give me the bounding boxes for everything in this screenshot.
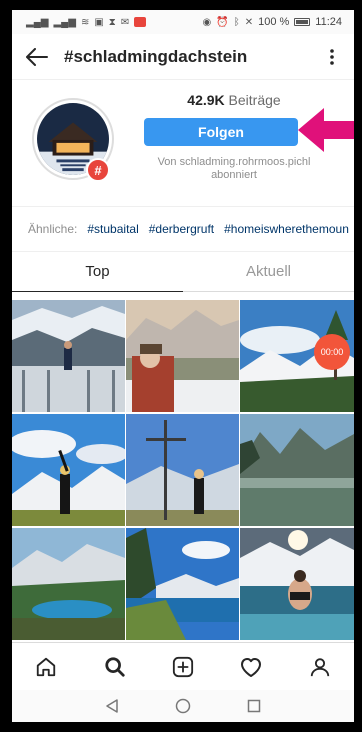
- grid-post-7[interactable]: [12, 528, 125, 640]
- post-image: [240, 528, 354, 640]
- mail-icon: ✉: [120, 16, 130, 28]
- alarm-icon: ⏰: [216, 16, 229, 28]
- status-right-icons: ◉ ⏰ ᛒ ✕ 100 % 11:24: [203, 16, 343, 28]
- grid-post-4[interactable]: [12, 414, 125, 526]
- arrow-left-icon: [26, 47, 48, 66]
- back-triangle-icon[interactable]: [105, 699, 119, 713]
- heart-icon: [241, 657, 262, 677]
- recents-square-icon[interactable]: [247, 699, 261, 713]
- related-tag-derbergruft[interactable]: #derbergruft: [149, 222, 214, 236]
- home-circle-icon[interactable]: [175, 698, 191, 714]
- status-left-icons: ▂▄▆ ▂▄▆ ≋ ▣ ⧗ ✉: [26, 16, 147, 28]
- hashtag-header: # 42.9K Beiträge Folgen Von schladming.r…: [12, 80, 354, 206]
- system-navigation: [12, 690, 354, 722]
- nav-add-post[interactable]: [163, 647, 203, 687]
- more-vertical-icon: [330, 48, 334, 65]
- nav-activity[interactable]: [231, 647, 271, 687]
- vibrate-icon: ◉: [202, 16, 212, 28]
- more-options-button[interactable]: [320, 42, 344, 72]
- grid-post-2[interactable]: [126, 300, 239, 412]
- post-image: [240, 414, 354, 526]
- grid-post-8[interactable]: [126, 528, 239, 640]
- post-image: [126, 300, 239, 412]
- signal-icon: ▂▄▆: [26, 16, 49, 28]
- photo-grid: 00:00: [12, 300, 354, 640]
- search-icon: [104, 656, 125, 677]
- video-timer-badge: 00:00: [314, 334, 350, 370]
- annotation-arrow-icon: [298, 108, 354, 152]
- add-post-icon: [172, 656, 194, 677]
- battery-percent: 100 %: [258, 16, 290, 28]
- hourglass-icon: ⧗: [108, 16, 116, 28]
- mute-icon: ✕: [244, 16, 254, 28]
- clock: 11:24: [315, 16, 342, 28]
- signal-icon-2: ▂▄▆: [53, 16, 76, 28]
- related-label: Ähnliche:: [28, 222, 78, 236]
- feed-tabs: Top Aktuell: [12, 252, 354, 292]
- nav-search[interactable]: [95, 647, 135, 687]
- followed-by-text: Von schladming.rohrmoos.pichl abonniert: [157, 156, 311, 181]
- grid-post-9[interactable]: [240, 528, 354, 640]
- profile-icon: [310, 657, 329, 676]
- tab-aktuell[interactable]: Aktuell: [183, 252, 354, 291]
- nav-profile[interactable]: [300, 647, 340, 687]
- related-tag-homeiswherethemoun[interactable]: #homeiswherethemoun: [224, 222, 349, 236]
- posts-count-value: 42.9K: [187, 92, 225, 108]
- top-app-bar: #schladmingdachstein: [12, 34, 354, 80]
- notification-icon: ▣: [94, 16, 104, 28]
- follow-button[interactable]: Folgen: [144, 118, 298, 146]
- bluetooth-icon: ᛒ: [233, 16, 240, 28]
- bottom-navigation: [12, 642, 354, 690]
- tab-top[interactable]: Top: [12, 252, 183, 291]
- status-bar: ▂▄▆ ▂▄▆ ≋ ▣ ⧗ ✉ ◉ ⏰ ᛒ ✕ 100 % 11:24: [12, 10, 354, 34]
- grid-post-1[interactable]: [12, 300, 125, 412]
- post-image: [12, 528, 125, 640]
- active-tab-indicator: [12, 291, 183, 292]
- phone-frame: ▂▄▆ ▂▄▆ ≋ ▣ ⧗ ✉ ◉ ⏰ ᛒ ✕ 100 % 11:24 #sch…: [0, 0, 362, 732]
- posts-count-label: Beiträge: [228, 92, 281, 108]
- post-image: [126, 528, 239, 640]
- battery-icon: [294, 18, 311, 26]
- post-image: [12, 414, 125, 526]
- back-button[interactable]: [22, 42, 52, 72]
- nav-home[interactable]: [26, 647, 66, 687]
- post-image: [126, 414, 239, 526]
- screen: ▂▄▆ ▂▄▆ ≋ ▣ ⧗ ✉ ◉ ⏰ ᛒ ✕ 100 % 11:24 #sch…: [12, 10, 354, 722]
- app-badge-icon: [134, 17, 147, 27]
- page-title: #schladmingdachstein: [64, 46, 248, 66]
- home-icon: [37, 657, 56, 676]
- related-hashtags: Ähnliche: #stubaital #derbergruft #homei…: [12, 206, 354, 252]
- hashtag-badge-icon: #: [86, 158, 110, 182]
- related-tag-stubaital[interactable]: #stubaital: [87, 222, 138, 236]
- post-image: [12, 300, 125, 412]
- grid-post-3[interactable]: 00:00: [240, 300, 354, 412]
- grid-post-5[interactable]: [126, 414, 239, 526]
- wifi-icon: ≋: [80, 16, 90, 28]
- grid-post-6[interactable]: [240, 414, 354, 526]
